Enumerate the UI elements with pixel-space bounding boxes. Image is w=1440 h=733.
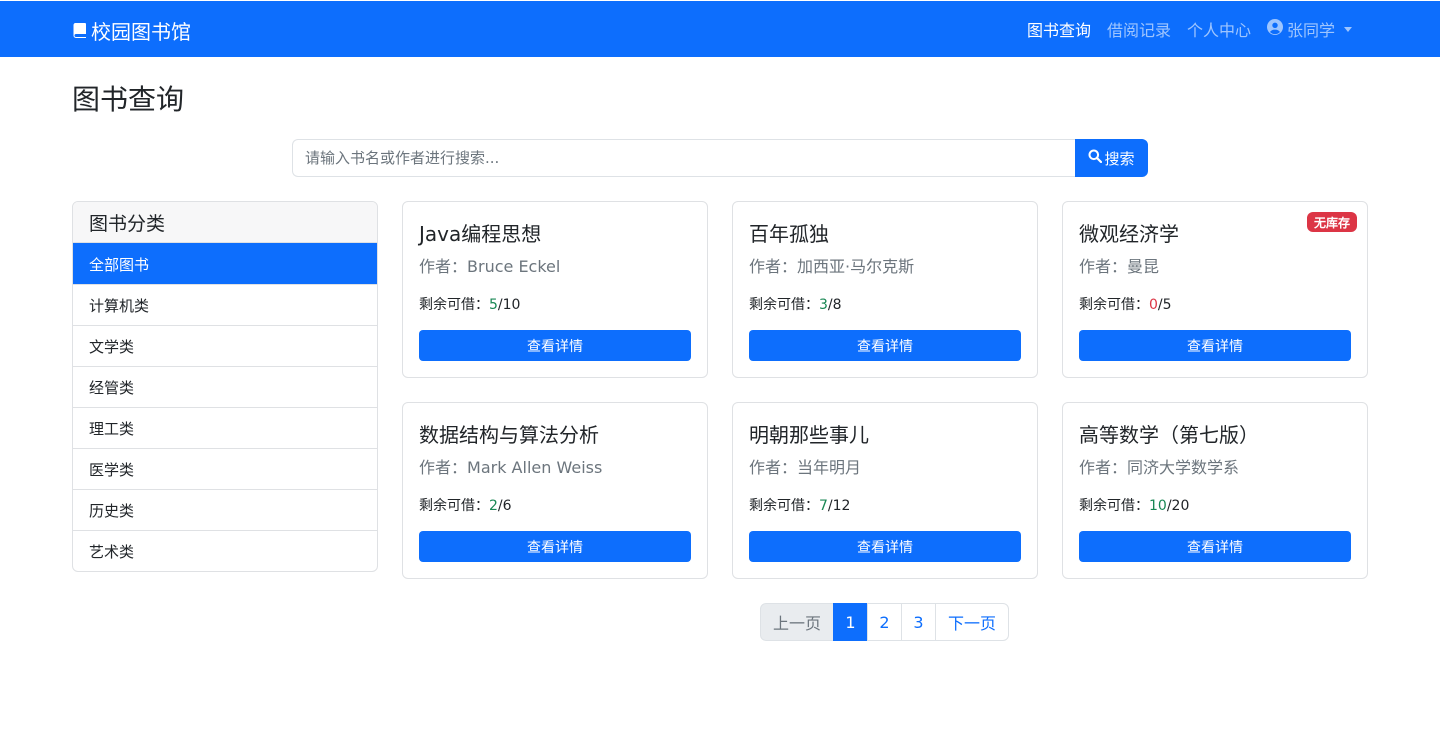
book-title: 百年孤独	[749, 222, 829, 246]
stock-label: 剩余可借：	[1079, 498, 1149, 514]
stock-total: /20	[1166, 498, 1190, 514]
pagination: 上一页 1 2 3 下一页	[760, 603, 1009, 641]
stock-total: /8	[827, 297, 842, 313]
author-name: 同济大学数学系	[1127, 458, 1240, 477]
user-dropdown[interactable]: 张同学	[1259, 17, 1360, 41]
author-name: 当年明月	[797, 458, 862, 477]
stock-available: 7	[819, 498, 828, 514]
book-card: 明朝那些事儿 作者：当年明月 剩余可借：7/12 查看详情	[732, 402, 1038, 579]
book-stock: 剩余可借：0/5	[1079, 294, 1172, 314]
sidebar-header: 图书分类	[73, 202, 377, 243]
stock-label: 剩余可借：	[749, 498, 819, 514]
book-title: 数据结构与算法分析	[419, 423, 599, 447]
book-title: Java编程思想	[419, 222, 542, 246]
book-card: 高等数学（第七版） 作者：同济大学数学系 剩余可借：10/20 查看详情	[1062, 402, 1368, 579]
stock-total: /5	[1157, 297, 1172, 313]
author-label: 作者：	[1079, 458, 1128, 477]
view-details-button[interactable]: 查看详情	[1079, 531, 1351, 562]
search-button[interactable]: 搜索	[1075, 139, 1148, 177]
author-name: 加西亚·马尔克斯	[797, 257, 915, 276]
stock-available: 0	[1149, 297, 1158, 313]
stock-total: /10	[497, 297, 521, 313]
category-science[interactable]: 理工类	[73, 407, 377, 448]
user-circle-icon	[1266, 19, 1283, 39]
brand-link[interactable]: 校园图书馆	[72, 16, 191, 44]
pagination-page-1[interactable]: 1	[833, 603, 868, 641]
author-name: Bruce Eckel	[467, 257, 561, 276]
category-art[interactable]: 艺术类	[73, 530, 377, 571]
stock-available: 3	[819, 297, 828, 313]
stock-available: 10	[1149, 498, 1167, 514]
book-stock: 剩余可借：2/6	[419, 495, 512, 515]
stock-total: /12	[827, 498, 851, 514]
stock-label: 剩余可借：	[749, 297, 819, 313]
stock-available: 5	[489, 297, 498, 313]
category-all[interactable]: 全部图书	[73, 243, 377, 284]
nav-links: 图书查询 借阅记录 个人中心 张同学	[1019, 1, 1360, 57]
nav-link-borrow-records[interactable]: 借阅记录	[1099, 17, 1179, 41]
user-name: 张同学	[1286, 21, 1335, 40]
book-author: 作者：曼昆	[1079, 253, 1159, 277]
category-computer[interactable]: 计算机类	[73, 284, 377, 325]
book-card: 百年孤独 作者：加西亚·马尔克斯 剩余可借：3/8 查看详情	[732, 201, 1038, 378]
search-icon	[1088, 149, 1103, 167]
book-author: 作者：当年明月	[749, 454, 861, 478]
page-title: 图书查询	[72, 83, 185, 116]
stock-total: /6	[497, 498, 512, 514]
view-details-button[interactable]: 查看详情	[749, 330, 1021, 361]
book-author: 作者：Mark Allen Weiss	[419, 454, 602, 478]
book-stock: 剩余可借：3/8	[749, 294, 842, 314]
nav-link-personal-center[interactable]: 个人中心	[1179, 17, 1259, 41]
book-title: 明朝那些事儿	[749, 423, 869, 447]
category-sidebar: 图书分类 全部图书 计算机类 文学类 经管类 理工类 医学类 历史类 艺术类	[72, 201, 378, 572]
category-medicine[interactable]: 医学类	[73, 448, 377, 489]
book-stock: 剩余可借：10/20	[1079, 495, 1189, 515]
author-label: 作者：	[419, 458, 468, 477]
search-button-label: 搜索	[1104, 149, 1135, 168]
author-label: 作者：	[1079, 257, 1128, 276]
book-author: 作者：加西亚·马尔克斯	[749, 253, 914, 277]
author-label: 作者：	[749, 458, 798, 477]
book-card: 数据结构与算法分析 作者：Mark Allen Weiss 剩余可借：2/6 查…	[402, 402, 708, 579]
category-history[interactable]: 历史类	[73, 489, 377, 530]
category-literature[interactable]: 文学类	[73, 325, 377, 366]
stock-available: 2	[489, 498, 498, 514]
pagination-next[interactable]: 下一页	[935, 603, 1009, 641]
author-label: 作者：	[419, 257, 468, 276]
pagination-page-3[interactable]: 3	[901, 603, 936, 641]
book-stock: 剩余可借：7/12	[749, 495, 850, 515]
search-bar: 搜索	[292, 139, 1148, 177]
book-author: 作者：同济大学数学系	[1079, 454, 1239, 478]
view-details-button[interactable]: 查看详情	[419, 531, 691, 562]
stock-label: 剩余可借：	[1079, 297, 1149, 313]
nav-link-book-search[interactable]: 图书查询	[1019, 17, 1099, 41]
author-name: Mark Allen Weiss	[467, 458, 603, 477]
book-stock: 剩余可借：5/10	[419, 294, 520, 314]
navbar: 校园图书馆 图书查询 借阅记录 个人中心 张同学	[0, 1, 1440, 57]
brand-title: 校园图书馆	[91, 19, 191, 44]
book-icon	[72, 22, 88, 38]
view-details-button[interactable]: 查看详情	[749, 531, 1021, 562]
view-details-button[interactable]: 查看详情	[419, 330, 691, 361]
out-of-stock-badge: 无库存	[1306, 212, 1357, 232]
book-title: 微观经济学	[1079, 222, 1179, 246]
caret-down-icon	[1344, 26, 1352, 32]
stock-label: 剩余可借：	[419, 498, 489, 514]
category-economics[interactable]: 经管类	[73, 366, 377, 407]
book-card: 无库存 微观经济学 作者：曼昆 剩余可借：0/5 查看详情	[1062, 201, 1368, 378]
book-card: Java编程思想 作者：Bruce Eckel 剩余可借：5/10 查看详情	[402, 201, 708, 378]
pagination-prev[interactable]: 上一页	[760, 603, 834, 641]
book-title: 高等数学（第七版）	[1079, 423, 1259, 447]
author-label: 作者：	[749, 257, 798, 276]
search-input[interactable]	[292, 139, 1075, 177]
stock-label: 剩余可借：	[419, 297, 489, 313]
book-author: 作者：Bruce Eckel	[419, 253, 560, 277]
view-details-button[interactable]: 查看详情	[1079, 330, 1351, 361]
pagination-page-2[interactable]: 2	[867, 603, 902, 641]
author-name: 曼昆	[1127, 257, 1160, 276]
